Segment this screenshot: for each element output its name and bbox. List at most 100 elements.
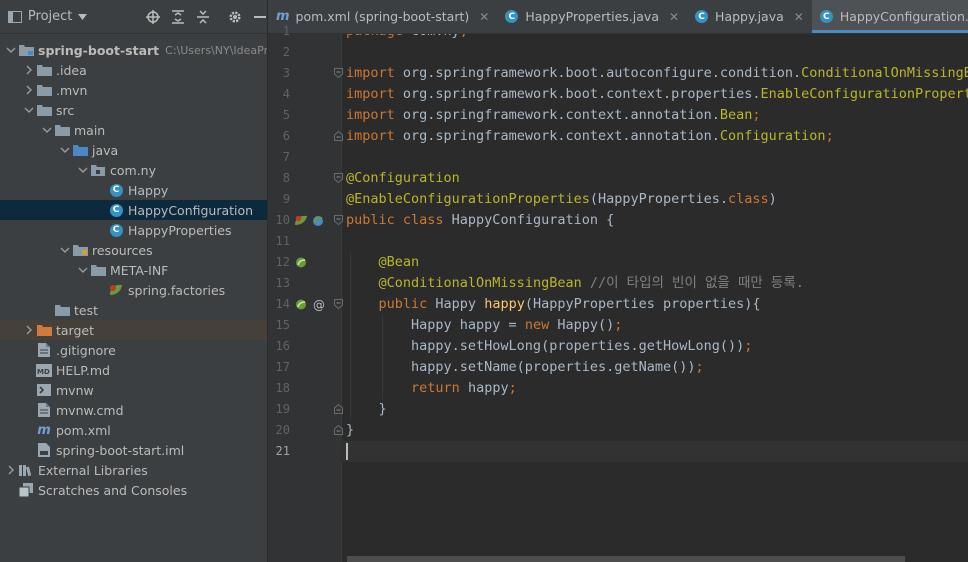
chevron-right-icon[interactable] <box>22 80 36 100</box>
chevron-down-icon[interactable] <box>40 120 54 140</box>
tree-item-mvnw[interactable]: mvnw <box>0 380 267 400</box>
tree-item-idea[interactable]: .idea <box>0 60 267 80</box>
chevron-right-icon[interactable] <box>4 460 18 480</box>
at-annotation-icon[interactable]: @ <box>313 298 325 312</box>
horizontal-scrollbar[interactable] <box>347 556 905 562</box>
tree-item-spring-boot-start-iml[interactable]: spring-boot-start.iml <box>0 440 267 460</box>
tree-item-src[interactable]: src <box>0 100 267 120</box>
tree-item-label: .gitignore <box>56 342 116 358</box>
code-line[interactable]: @Bean <box>346 252 420 273</box>
close-icon[interactable]: ✕ <box>794 10 804 24</box>
chevron-right-icon[interactable] <box>22 60 36 80</box>
tree-item-gitignore[interactable]: .gitignore <box>0 340 267 360</box>
line-number: 19 <box>275 402 290 416</box>
chevron-down-icon[interactable] <box>22 100 36 120</box>
code-line[interactable]: Happy happy = new Happy(); <box>346 315 622 336</box>
code-line[interactable]: return happy; <box>346 378 517 399</box>
tree-item-happyconfiguration[interactable]: C HappyConfiguration <box>0 200 267 220</box>
chevron-down-icon[interactable] <box>78 9 88 24</box>
tab-happy-java[interactable]: C Happy.java ✕ <box>687 0 812 33</box>
spring-bean-icon[interactable] <box>294 214 308 230</box>
chevron-down-icon[interactable] <box>4 40 18 60</box>
module-folder-icon <box>18 42 34 58</box>
code-token: ; <box>508 380 517 396</box>
locate-file-icon[interactable] <box>145 9 160 25</box>
tab-happyconfiguration-java[interactable]: C HappyConfiguration.java ✕ <box>811 0 968 33</box>
code-token: @ConditionalOnMissingBean <box>378 275 590 291</box>
tab-happyproperties-java[interactable]: C HappyProperties.java ✕ <box>497 0 687 33</box>
tree-item-label: spring-boot-start.iml <box>56 442 185 458</box>
line-number: 21 <box>275 444 290 458</box>
iml-file-icon <box>36 442 52 458</box>
code-line[interactable]: @EnableConfigurationProperties(HappyProp… <box>346 189 777 210</box>
code-line[interactable]: happy.setName(properties.getName()); <box>346 357 704 378</box>
code-token: ; <box>695 359 704 375</box>
code-token: new <box>524 317 558 333</box>
resources-folder-icon <box>72 242 88 258</box>
tree-item-pom-xml[interactable]: m pom.xml <box>0 420 267 440</box>
code-token: return <box>411 380 468 396</box>
code-line[interactable]: import org.springframework.boot.context.… <box>346 84 968 105</box>
collapse-all-icon[interactable] <box>195 9 210 25</box>
tree-item-target[interactable]: target <box>0 320 267 340</box>
close-icon[interactable]: ✕ <box>669 10 679 24</box>
tab-pom-xml[interactable]: m pom.xml (spring-boot-start) ✕ <box>268 0 497 33</box>
tree-item-meta-inf[interactable]: META-INF <box>0 260 267 280</box>
tree-item-com-ny[interactable]: com.ny <box>0 160 267 180</box>
line-number: 14 <box>275 297 290 311</box>
code-line[interactable]: import org.springframework.context.annot… <box>346 105 761 126</box>
code-line[interactable]: package com.ny; <box>346 34 468 42</box>
minimize-icon[interactable] <box>252 9 267 25</box>
editor-gutter: 1 2 3 4 5 6 7 8 9 10 11 12 13 14 15 16 17 18 19 20 21 @ <box>268 24 343 562</box>
folder-icon <box>36 82 52 98</box>
tree-item-help-md[interactable]: MD HELP.md <box>0 360 267 380</box>
tree-item-scratches-and-consoles[interactable]: Scratches and Consoles <box>0 480 267 500</box>
chevron-down-icon[interactable] <box>76 160 90 180</box>
tree-item-main[interactable]: main <box>0 120 267 140</box>
code-token: import <box>346 65 403 81</box>
code-line[interactable]: public Happy happy(HappyProperties prope… <box>346 294 761 315</box>
spring-navigation-icon[interactable] <box>311 214 325 230</box>
project-view-selector[interactable]: Project <box>28 9 72 24</box>
tree-item-spring-factories[interactable]: spring.factories <box>0 280 267 300</box>
tree-item-test[interactable]: test <box>0 300 267 320</box>
tree-arrow-spacer <box>94 220 108 240</box>
code-line[interactable]: import org.springframework.boot.autoconf… <box>346 63 968 84</box>
line-number: 3 <box>282 66 290 80</box>
code-line[interactable]: @ConditionalOnMissingBean //이 타입의 빈이 없을 … <box>346 273 804 294</box>
code-token: package <box>346 34 411 39</box>
folder-icon <box>54 122 70 138</box>
tree-item-external-libraries[interactable]: External Libraries <box>0 460 267 480</box>
tree-arrow-spacer <box>94 280 108 300</box>
chevron-down-icon[interactable] <box>76 260 90 280</box>
close-icon[interactable]: ✕ <box>479 10 489 24</box>
code-line[interactable]: } <box>346 420 354 441</box>
expand-all-icon[interactable] <box>170 9 185 25</box>
tree-item-spring-boot-start[interactable]: spring-boot-start C:\Users\NY\IdeaPro <box>0 40 267 60</box>
code-line[interactable]: public class HappyConfiguration { <box>346 210 614 231</box>
code-editor[interactable]: package com.ny; import org.springframewor… <box>341 34 968 562</box>
code-line[interactable]: import org.springframework.context.annot… <box>346 126 834 147</box>
chevron-down-icon[interactable] <box>58 240 72 260</box>
tree-item-happyproperties[interactable]: C HappyProperties <box>0 220 267 240</box>
gear-icon[interactable] <box>227 9 242 25</box>
tree-item-resources[interactable]: resources <box>0 240 267 260</box>
chevron-down-icon[interactable] <box>58 140 72 160</box>
tree-arrow-spacer <box>22 360 36 380</box>
project-view-icon <box>8 9 23 25</box>
code-token: ; <box>614 317 623 333</box>
tree-item-mvn[interactable]: .mvn <box>0 80 267 100</box>
spring-bean-icon[interactable] <box>294 256 308 272</box>
code-line[interactable]: } <box>346 399 387 420</box>
tree-arrow-spacer <box>22 400 36 420</box>
chevron-right-icon[interactable] <box>22 320 36 340</box>
tree-item-label: .mvn <box>56 82 88 98</box>
tree-item-mvnw-cmd[interactable]: mvnw.cmd <box>0 400 267 420</box>
line-number: 17 <box>275 360 290 374</box>
tree-item-happy[interactable]: C Happy <box>0 180 267 200</box>
code-line[interactable]: @Configuration <box>346 168 460 189</box>
spring-bean-icon[interactable] <box>294 298 308 314</box>
tree-item-java[interactable]: java <box>0 140 267 160</box>
text-file-icon <box>36 342 52 358</box>
code-line[interactable]: happy.setHowLong(properties.getHowLong()… <box>346 336 752 357</box>
